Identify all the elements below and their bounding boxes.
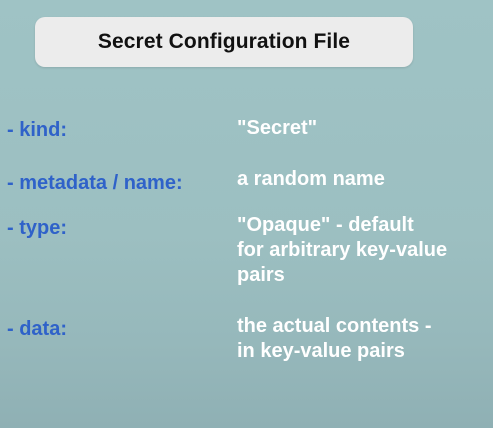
field-value-metadata-name: a random name [237, 167, 487, 192]
field-value-type: "Opaque" - default for arbitrary key-val… [237, 213, 487, 288]
value-line: "Opaque" - default [237, 214, 414, 236]
value-line: pairs [237, 264, 285, 286]
field-value-data: the actual contents - in key-value pairs [237, 314, 487, 364]
field-key-metadata-name: - metadata / name: [7, 172, 183, 194]
value-line: "Secret" [237, 117, 318, 139]
title-box: Secret Configuration File [35, 17, 413, 67]
value-line: a random name [237, 168, 385, 190]
field-key-type: - type: [7, 217, 67, 239]
field-key-data: - data: [7, 318, 67, 340]
page-title: Secret Configuration File [97, 30, 351, 53]
field-value-kind: "Secret" [237, 116, 487, 141]
value-line: the actual contents - [237, 315, 432, 337]
value-line: for arbitrary key-value [237, 239, 448, 261]
value-line: in key-value pairs [237, 340, 405, 362]
field-key-kind: - kind: [7, 119, 67, 141]
